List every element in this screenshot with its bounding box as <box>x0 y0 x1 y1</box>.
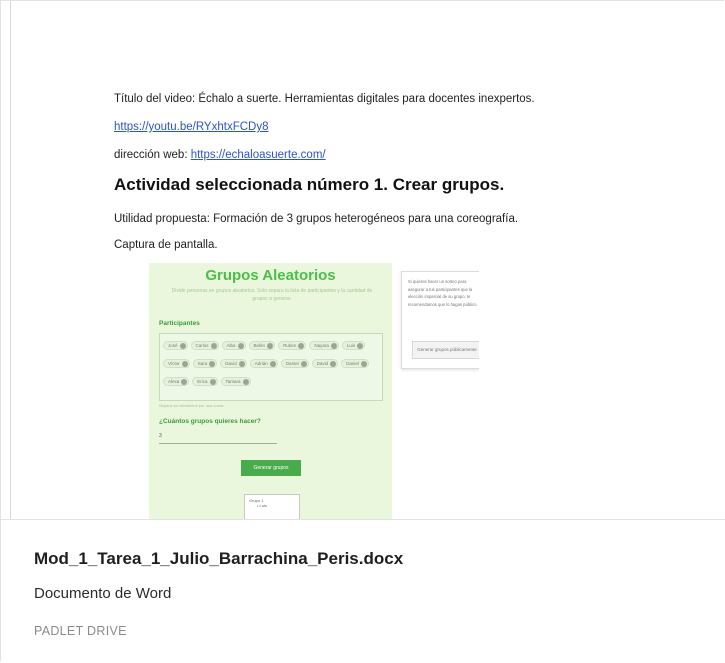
participant-chip: Víctor <box>163 359 190 368</box>
file-type: Documento de Word <box>34 585 172 602</box>
participant-chip: Nayara <box>309 341 339 350</box>
generate-groups-button: Generar grupos <box>241 460 301 476</box>
file-name[interactable]: Mod_1_Tarea_1_Julio_Barrachina_Peris.doc… <box>34 549 403 569</box>
video-title-line: Título del video: Échalo a suerte. Herra… <box>114 93 535 105</box>
participant-chip: David <box>220 359 247 368</box>
participants-hint: Separa los elementos por una coma. <box>159 403 225 408</box>
result-item: • Luis <box>257 503 267 508</box>
public-draw-text: Si quieres hacer un sorteo para asegurar… <box>408 279 478 307</box>
participant-chip: Ruben <box>278 341 307 350</box>
participant-chip: Erica <box>192 377 218 386</box>
result-item-name: Luis <box>259 503 267 508</box>
participant-chip: Alexa <box>163 377 190 386</box>
capture-label: Captura de pantalla. <box>114 239 218 251</box>
attachment-footer: Mod_1_Tarea_1_Julio_Barrachina_Peris.doc… <box>1 519 725 663</box>
participant-chip: Tamara <box>220 377 251 386</box>
app-title: Grupos Aleatorios <box>205 267 336 284</box>
participant-chip: Luis <box>341 341 366 350</box>
web-link[interactable]: https://echaloasuerte.com/ <box>191 149 326 161</box>
public-draw-button: Generar grupos públicamente <box>412 341 479 359</box>
groups-question: ¿Cuántos grupos quieres hacer? <box>159 418 261 425</box>
participant-chip: Adrián <box>249 359 278 368</box>
attachment-card[interactable]: Título del video: Échalo a suerte. Herra… <box>0 0 725 663</box>
video-link[interactable]: https://youtu.be/RYxhtxFCDy8 <box>114 121 268 135</box>
embedded-screenshot: Grupos Aleatorios Divide personas en gru… <box>149 263 479 519</box>
groups-count-input: 3 <box>159 433 277 444</box>
participant-chip: Daniel <box>341 359 369 368</box>
participants-label: Participantes <box>159 320 200 327</box>
participants-box: José Carlos Alba Belén Ruben Nayara Luis Víctor… <box>159 333 383 401</box>
groups-app-panel: Grupos Aleatorios Divide personas en gru… <box>149 263 392 519</box>
document-page: Título del video: Échalo a suerte. Herra… <box>10 1 725 519</box>
utility-line: Utilidad propuesta: Formación de 3 grupo… <box>114 213 519 225</box>
result-box: Grupo 1 • Luis <box>244 494 300 519</box>
participant-chip: Belén <box>248 341 276 350</box>
document-preview[interactable]: Título del video: Échalo a suerte. Herra… <box>1 1 725 519</box>
participant-chip: Sara <box>192 359 218 368</box>
activity-heading: Actividad seleccionada número 1. Crear g… <box>114 175 505 194</box>
participant-chip: Carlos <box>190 341 219 350</box>
participant-chip: Alba <box>221 341 246 350</box>
web-address-label: dirección web: <box>114 149 191 161</box>
participant-chip: José <box>163 341 188 350</box>
public-draw-panel: Si quieres hacer un sorteo para asegurar… <box>401 271 479 369</box>
web-address-line: dirección web: https://echaloasuerte.com… <box>114 149 326 163</box>
file-source: PADLET DRIVE <box>34 624 127 638</box>
participant-chip: David <box>311 359 339 368</box>
app-subtitle: Divide personas en grupos aleatorios. So… <box>171 288 373 302</box>
participant-chip: Daniel <box>280 359 309 368</box>
